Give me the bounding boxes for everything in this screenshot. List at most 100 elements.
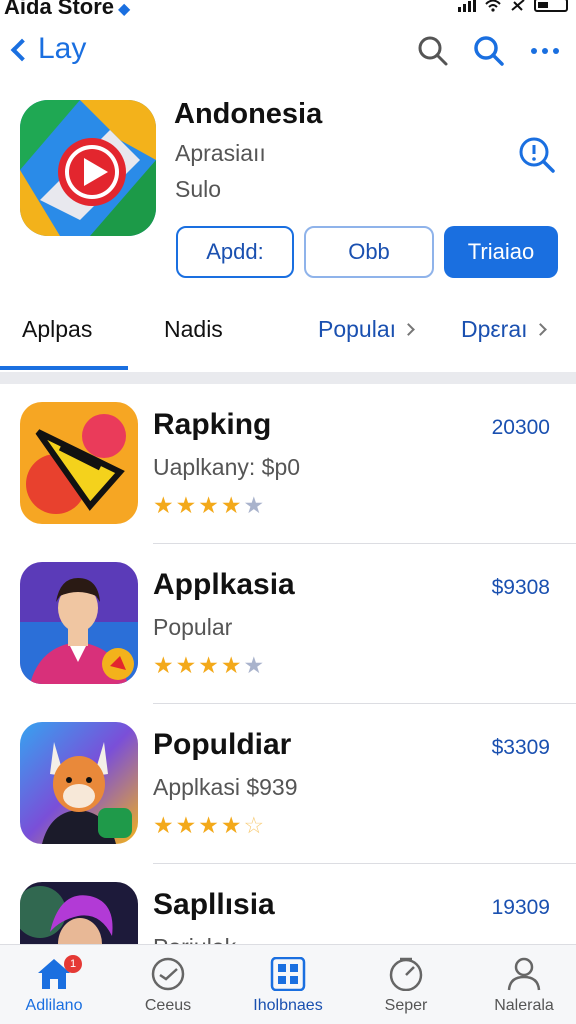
status-bar: Aida Store ◆ xyxy=(0,0,576,22)
search-button-blue[interactable] xyxy=(472,34,506,68)
star-icon: ★ xyxy=(220,652,242,678)
tab-home[interactable]: 1 Adlilano xyxy=(6,955,102,1015)
person-icon xyxy=(507,957,541,991)
chevron-left-icon xyxy=(10,38,34,62)
tab-profile[interactable]: Nalerala xyxy=(476,957,572,1015)
app-header: Andonesia Aprasiaıı Sulo Apdd: Obb Triai… xyxy=(0,96,576,286)
notification-badge: 1 xyxy=(64,955,82,973)
app-subtitle: Uaplkany: $p0 xyxy=(153,454,301,480)
action-buttons: Apdd: Obb Triaiao xyxy=(176,226,558,278)
install-button[interactable]: Triaiao xyxy=(444,226,558,278)
app-thumbnail xyxy=(20,562,138,684)
tab-speed[interactable]: Seper xyxy=(358,957,454,1015)
star-icon: ★ xyxy=(153,812,174,838)
bottom-tab-bar: 1 Adlilano Ceeus Iholbnaes Seper Naleral… xyxy=(0,944,576,1024)
app-price[interactable]: 19309 xyxy=(492,896,550,920)
star-icon: ★ xyxy=(153,652,174,678)
tab-clock[interactable]: Ceeus xyxy=(120,957,216,1015)
speed-icon xyxy=(389,957,423,991)
active-tab-indicator xyxy=(0,366,128,370)
rating-stars: ★ ★ ★ ★ ★ xyxy=(153,652,264,679)
app-category: Aprasiaıı xyxy=(175,140,266,166)
star-icon: ★ xyxy=(198,492,219,518)
app-info-button[interactable] xyxy=(518,136,556,179)
tab-other[interactable]: Dpεraı xyxy=(461,316,547,343)
fox-app-icon xyxy=(20,722,138,844)
tab-apps[interactable]: Aplpas xyxy=(22,316,92,343)
tab-bar-label: Ceeus xyxy=(144,997,192,1014)
battery-icon xyxy=(534,0,568,12)
search-icon xyxy=(418,36,448,66)
navigation-bar: Lay xyxy=(0,28,576,78)
tab-bar-label: Adlilano xyxy=(25,997,83,1014)
app-price[interactable]: 20300 xyxy=(492,416,550,440)
more-button[interactable] xyxy=(528,34,562,68)
rating-stars: ★ ★ ★ ★ ★ xyxy=(153,492,264,519)
portrait-app-icon xyxy=(20,562,138,684)
app-thumbnail xyxy=(20,882,138,944)
category-tabs: Aplpas Nadis Populaı Dpεraı xyxy=(0,300,576,372)
tab-bar-label: Seper xyxy=(384,997,428,1014)
star-icon: ★ xyxy=(175,652,197,678)
add-button[interactable]: Apdd: xyxy=(176,226,294,278)
tab-label: Dpεraı xyxy=(461,316,528,342)
app-subtitle: Poriulak xyxy=(153,934,236,944)
grid-icon xyxy=(270,957,306,991)
app-name: Sapllısia xyxy=(153,888,275,921)
app-subtitle: Popular xyxy=(153,614,233,640)
back-button[interactable]: Lay xyxy=(10,32,87,66)
info-search-icon xyxy=(519,137,555,173)
star-icon: ★ xyxy=(243,492,265,518)
tab-label: Populaı xyxy=(318,316,397,342)
list-item[interactable]: Rapking Uaplkany: $p0 ★ ★ ★ ★ ★ 20300 xyxy=(0,384,576,544)
tab-label: Nadis xyxy=(164,316,223,342)
star-icon: ★ xyxy=(175,492,197,518)
app-price[interactable]: $3309 xyxy=(492,736,550,760)
star-icon: ★ xyxy=(243,652,265,678)
app-title: Andonesia xyxy=(174,98,323,130)
star-icon: ★ xyxy=(220,812,242,838)
status-carrier: Aida Store ◆ xyxy=(4,0,130,20)
ranking-app-icon xyxy=(20,402,138,524)
tab-bar-label: Nalerala xyxy=(494,997,554,1014)
nav-actions xyxy=(416,34,562,68)
tab-popular[interactable]: Populaı xyxy=(318,316,415,343)
tab-label: Aplpas xyxy=(22,316,93,342)
signal-icon xyxy=(458,0,476,12)
back-label: Lay xyxy=(38,32,87,65)
play-logo-icon xyxy=(20,100,156,236)
star-icon: ★ xyxy=(220,492,242,518)
list-item[interactable]: Applkasia Popular ★ ★ ★ ★ ★ $9308 xyxy=(0,544,576,704)
app-name: Populdiar xyxy=(153,728,292,761)
airdrop-icon xyxy=(511,0,525,11)
chevron-right-icon xyxy=(533,323,547,336)
half-star-icon: ☆ xyxy=(243,812,265,838)
rating-stars: ★ ★ ★ ★ ☆ xyxy=(153,812,264,839)
app-developer: Sulo xyxy=(175,176,222,202)
tab-bar-label: Iholbnaes xyxy=(253,997,323,1014)
app-icon[interactable] xyxy=(20,100,156,236)
app-name: Rapking xyxy=(153,408,272,441)
app-price[interactable]: $9308 xyxy=(492,576,550,600)
tab-news[interactable]: Nadis xyxy=(164,316,223,343)
tab-grid[interactable]: Iholbnaes xyxy=(240,957,336,1015)
search-icon xyxy=(474,36,504,66)
status-icons xyxy=(458,0,568,12)
list-item[interactable]: Populdiar Applkasi $939 ★ ★ ★ ★ ☆ $3309 xyxy=(0,704,576,864)
star-icon: ★ xyxy=(198,812,219,838)
character-app-icon xyxy=(20,882,138,944)
star-icon: ★ xyxy=(153,492,174,518)
star-icon: ★ xyxy=(198,652,219,678)
app-name: Applkasia xyxy=(153,568,295,601)
carrier-label: Aida Store xyxy=(4,0,115,19)
star-icon: ★ xyxy=(175,812,197,838)
wifi-strength-icon xyxy=(485,0,501,12)
ellipsis-icon xyxy=(531,48,559,54)
list-item[interactable]: Sapllısia Poriulak 19309 xyxy=(0,864,576,944)
section-divider xyxy=(0,372,576,384)
app-thumbnail xyxy=(20,722,138,844)
open-button[interactable]: Obb xyxy=(304,226,434,278)
search-button-gray[interactable] xyxy=(416,34,450,68)
chevron-right-icon xyxy=(402,323,415,336)
clock-icon xyxy=(151,957,185,991)
